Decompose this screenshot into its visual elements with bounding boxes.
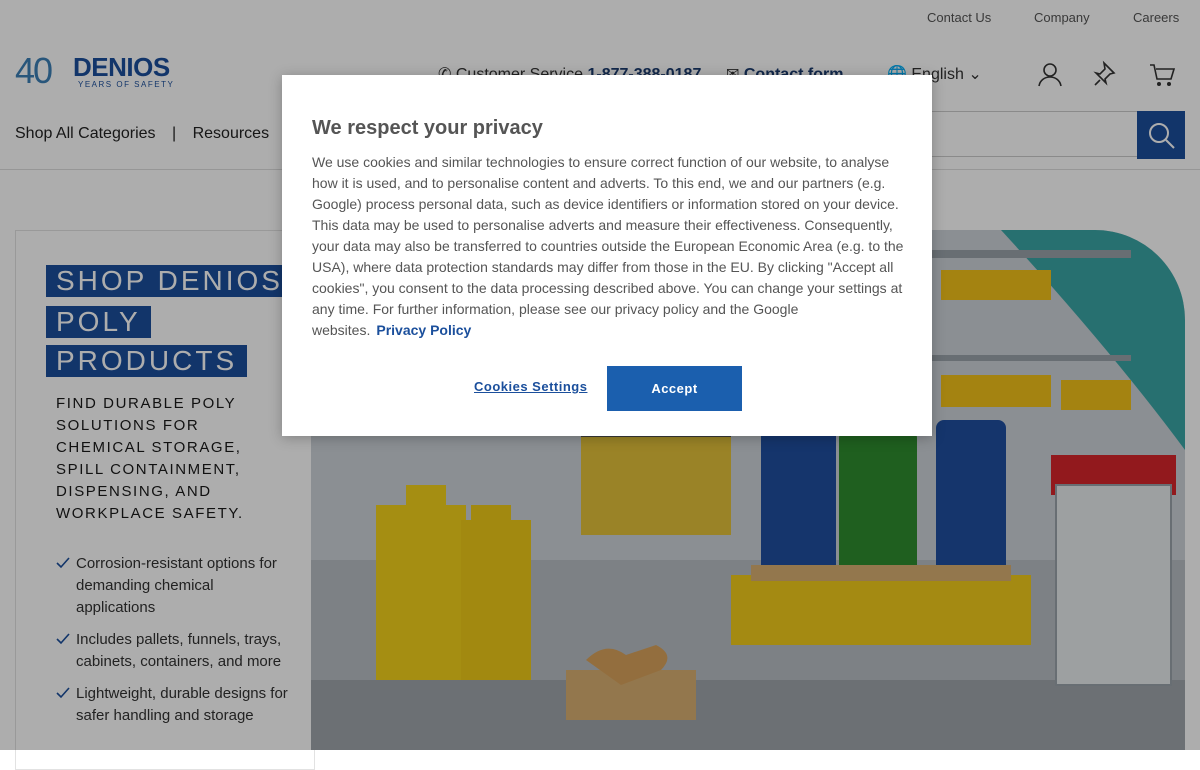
privacy-policy-link[interactable]: Privacy Policy bbox=[376, 322, 471, 338]
modal-title: We respect your privacy bbox=[312, 117, 543, 139]
privacy-modal: We respect your privacy We use cookies a… bbox=[282, 75, 932, 436]
modal-body-text: We use cookies and similar technologies … bbox=[312, 154, 904, 338]
cookies-settings-button[interactable]: Cookies Settings bbox=[468, 378, 593, 395]
accept-button[interactable]: Accept bbox=[607, 366, 742, 411]
modal-body: We use cookies and similar technologies … bbox=[312, 152, 904, 341]
